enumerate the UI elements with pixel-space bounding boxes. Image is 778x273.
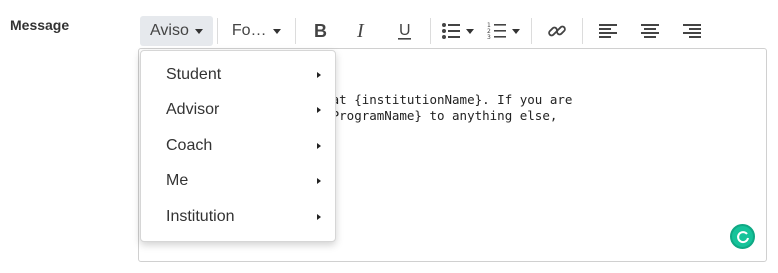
template-dropdown[interactable]: Aviso <box>140 16 213 46</box>
align-center-button[interactable] <box>629 16 671 46</box>
grammar-assistant-icon[interactable] <box>730 224 755 249</box>
svg-text:B: B <box>314 22 327 40</box>
font-dropdown[interactable]: Fo… <box>222 16 291 46</box>
submenu-arrow-icon <box>317 107 321 114</box>
svg-text:I: I <box>356 22 365 40</box>
bullet-list-icon <box>442 23 461 39</box>
submenu-arrow-icon <box>317 213 321 220</box>
menu-item-student[interactable]: Student <box>141 57 335 93</box>
underline-icon: U <box>397 22 411 40</box>
menu-item-label: Coach <box>166 136 213 154</box>
toolbar-separator <box>429 18 431 44</box>
template-dropdown-label: Aviso <box>150 22 189 39</box>
bold-icon: B <box>314 22 327 40</box>
message-label: Message <box>10 17 70 33</box>
svg-text:U: U <box>399 22 411 39</box>
submenu-arrow-icon <box>317 71 321 78</box>
menu-item-label: Student <box>166 65 222 83</box>
toolbar-separator <box>294 18 296 44</box>
italic-button[interactable]: I <box>342 16 384 46</box>
underline-button[interactable]: U <box>384 16 426 46</box>
template-variable-menu: Student Advisor Coach Me Institution <box>140 50 336 242</box>
menu-item-me[interactable]: Me <box>141 164 335 200</box>
align-center-icon <box>640 24 659 38</box>
caret-down-icon <box>512 28 521 34</box>
menu-item-label: Me <box>166 172 189 190</box>
toolbar-separator <box>581 18 583 44</box>
align-left-button[interactable] <box>587 16 629 46</box>
font-dropdown-label: Fo… <box>231 22 267 39</box>
caret-down-icon <box>466 28 475 34</box>
svg-text:3: 3 <box>487 34 491 40</box>
italic-icon: I <box>356 22 365 40</box>
link-button[interactable] <box>536 16 578 46</box>
link-icon <box>547 25 566 37</box>
editor-toolbar: Aviso Fo… B I U 1 2 3 <box>140 14 760 48</box>
caret-down-icon <box>272 28 281 34</box>
menu-item-institution[interactable]: Institution <box>141 199 335 235</box>
toolbar-separator <box>216 18 218 44</box>
menu-item-label: Institution <box>166 207 235 225</box>
bullet-list-dropdown[interactable] <box>435 16 481 46</box>
bold-button[interactable]: B <box>300 16 342 46</box>
submenu-arrow-icon <box>317 142 321 149</box>
align-right-button[interactable] <box>671 16 713 46</box>
menu-item-advisor[interactable]: Advisor <box>141 93 335 129</box>
menu-item-coach[interactable]: Coach <box>141 128 335 164</box>
numbered-list-dropdown[interactable]: 1 2 3 <box>481 16 527 46</box>
menu-item-label: Advisor <box>166 101 220 119</box>
toolbar-separator <box>530 18 532 44</box>
align-left-icon <box>598 24 617 38</box>
submenu-arrow-icon <box>317 178 321 185</box>
caret-down-icon <box>194 28 203 34</box>
align-right-icon <box>682 24 701 38</box>
numbered-list-icon: 1 2 3 <box>487 22 507 40</box>
